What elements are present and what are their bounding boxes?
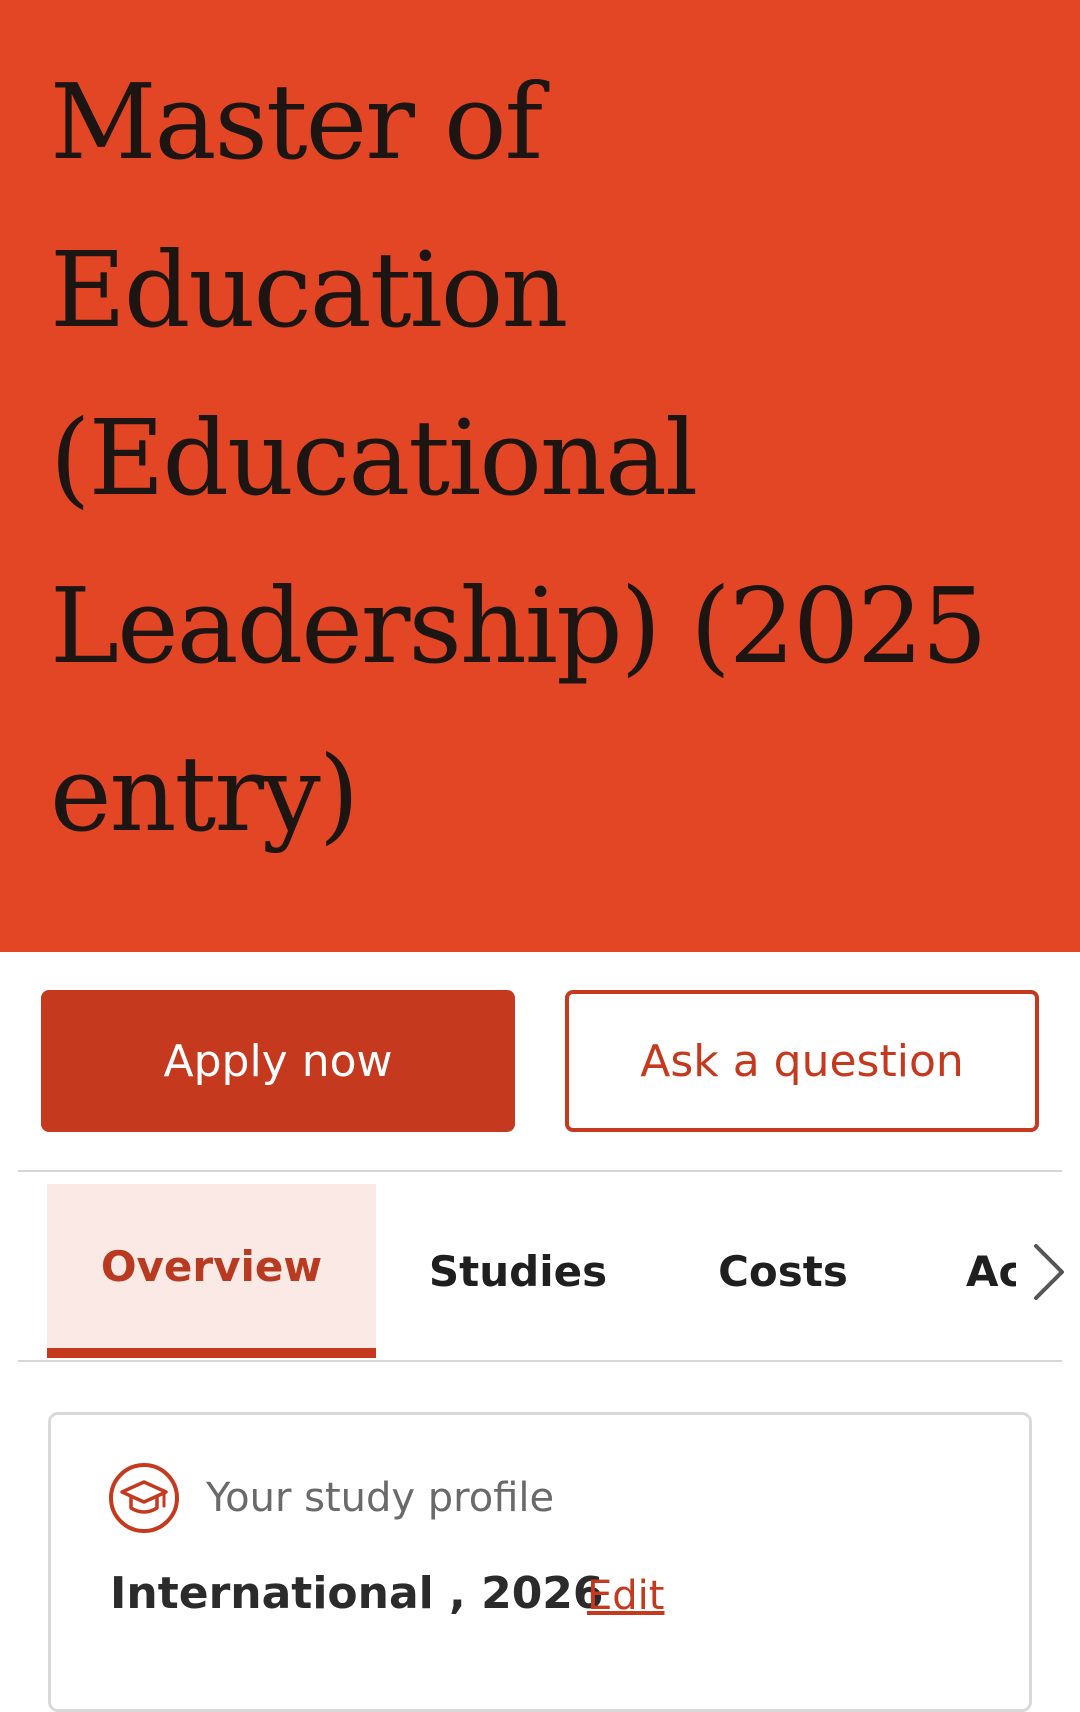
tab-studies[interactable]: Studies — [410, 1184, 626, 1358]
study-profile-label: Your study profile — [206, 1475, 555, 1521]
hero-banner: Master of Education (Educational Leaders… — [0, 0, 1080, 952]
page-title: Master of Education (Educational Leaders… — [50, 61, 988, 855]
divider — [18, 1360, 1062, 1362]
tab-overview[interactable]: Overview — [47, 1184, 376, 1358]
ask-question-button[interactable]: Ask a question — [565, 990, 1039, 1132]
divider — [18, 1170, 1062, 1172]
edit-profile-link[interactable]: Edit — [587, 1566, 664, 1626]
tab-costs[interactable]: Costs — [690, 1184, 876, 1358]
study-profile-card — [48, 1412, 1032, 1712]
tab-bar: Overview Studies Costs Ac — [0, 1184, 1080, 1358]
study-profile-value: International , 2026 — [110, 1568, 604, 1619]
chevron-right-icon[interactable] — [1028, 1240, 1068, 1304]
graduation-cap-icon — [108, 1462, 180, 1534]
apply-now-button[interactable]: Apply now — [41, 990, 515, 1132]
tab-partial[interactable]: Ac — [966, 1184, 1016, 1358]
